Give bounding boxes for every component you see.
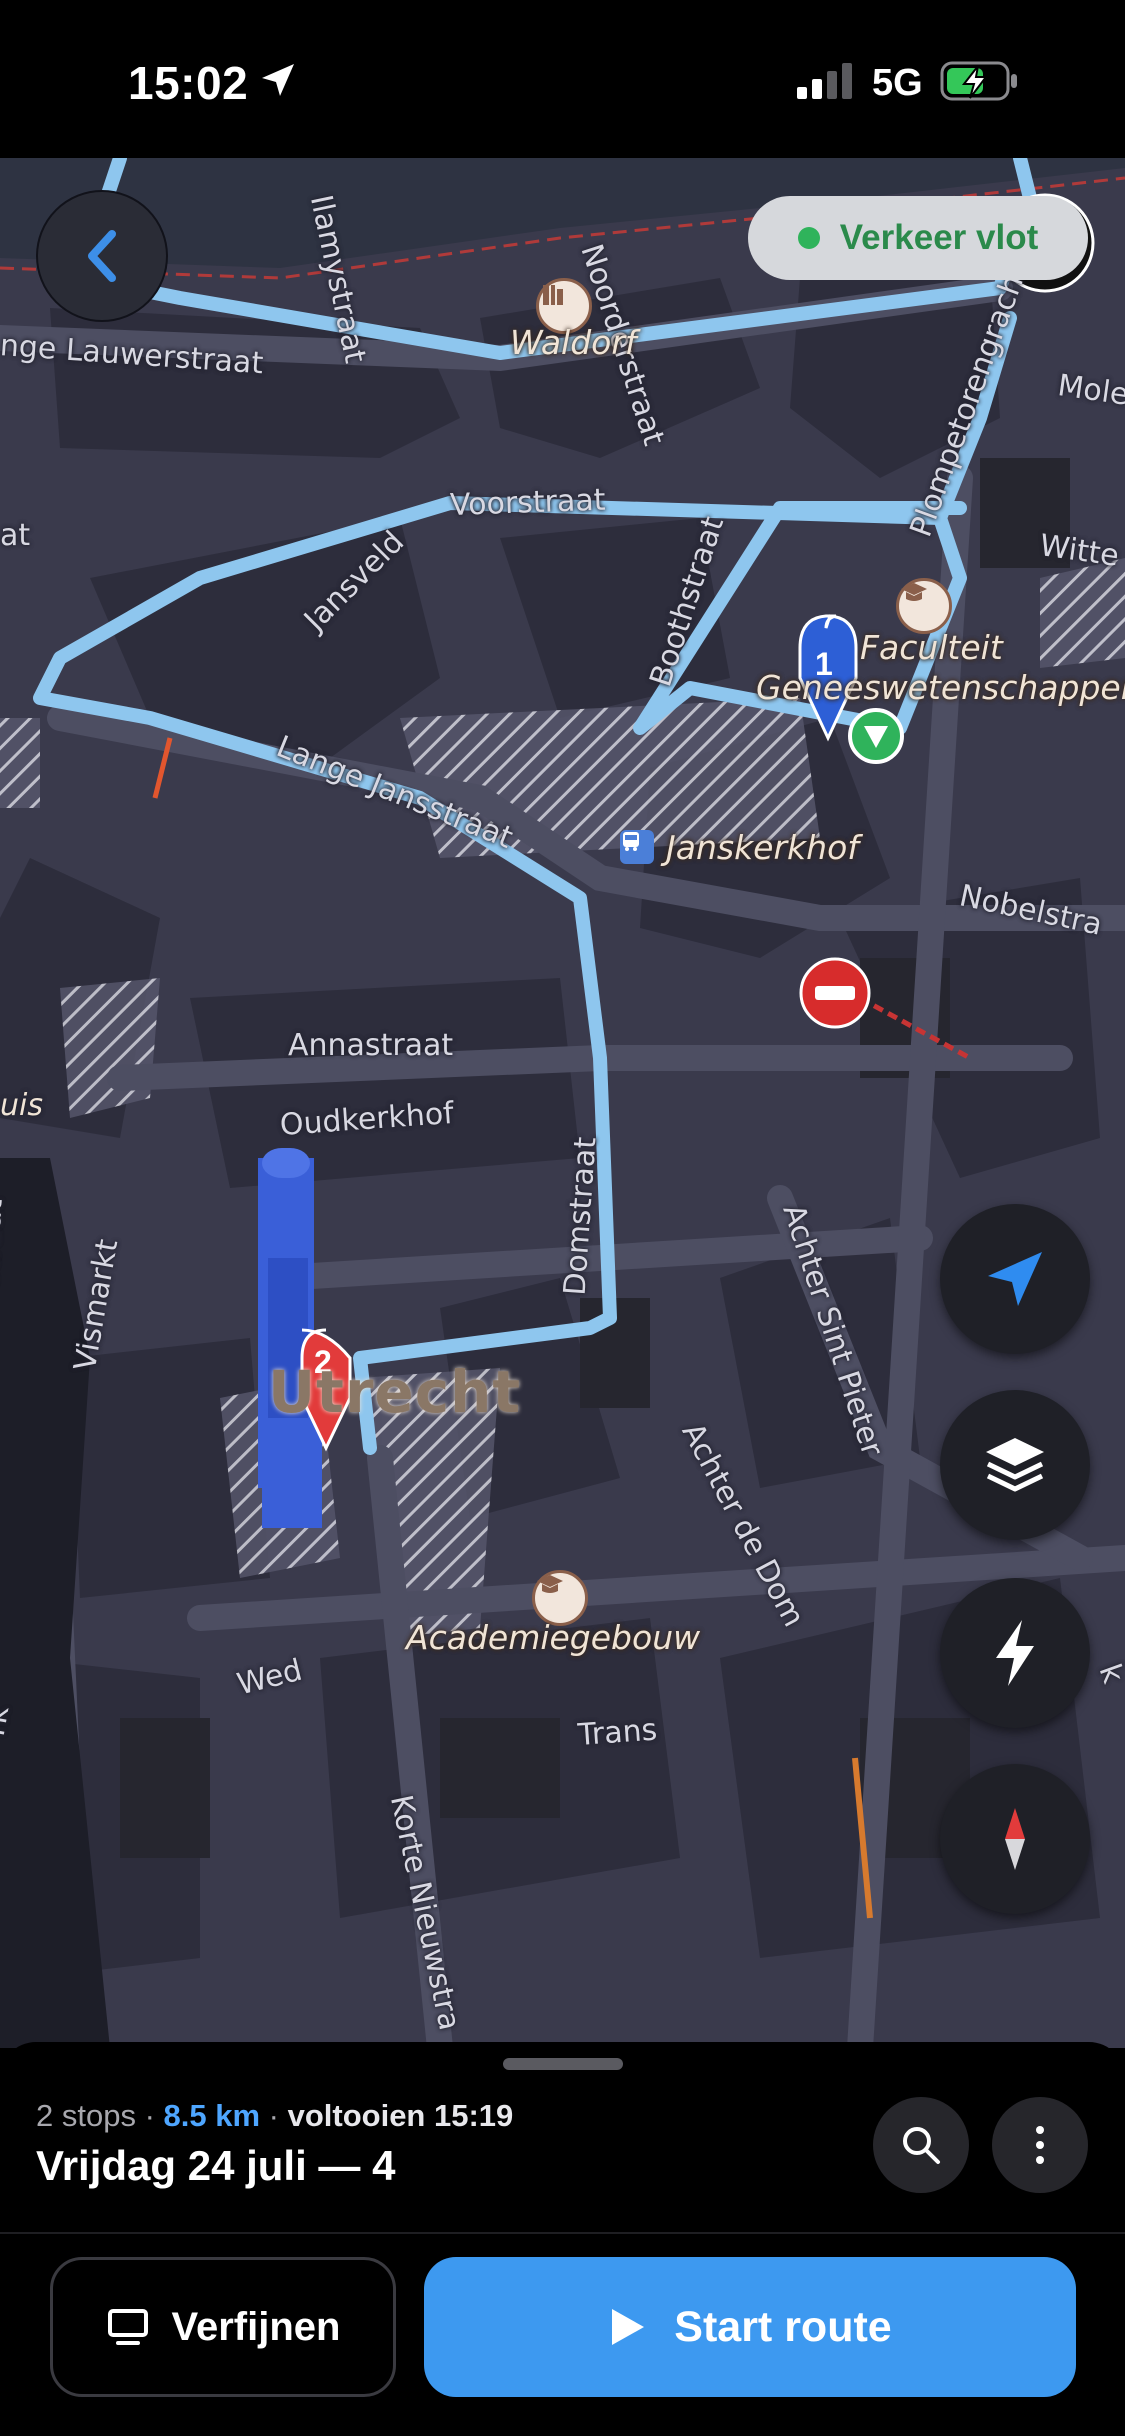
navigation-arrow-icon	[988, 1252, 1042, 1306]
recenter-button[interactable]	[940, 1204, 1090, 1354]
play-icon	[612, 2309, 645, 2345]
layers-icon	[986, 1438, 1044, 1492]
battery-charging-icon	[940, 61, 1017, 101]
street-voorstraat: Voorstraat	[449, 482, 607, 523]
poi-faculteit-icon[interactable]	[896, 578, 952, 634]
more-options-button[interactable]	[992, 2097, 1088, 2193]
poi-academiegebouw-label: Academiegebouw	[406, 1618, 701, 1657]
location-arrow-icon	[262, 64, 294, 96]
map-view[interactable]: 1 2 Ilamystraat Noorderstraat nge Lauwer…	[0, 158, 1125, 2048]
summary-separator: ·	[260, 2098, 288, 2133]
search-icon	[903, 2127, 940, 2164]
street-edge-uis: uis	[0, 1088, 43, 1123]
sheet-grabber[interactable]	[503, 2058, 623, 2070]
back-button[interactable]	[36, 190, 168, 322]
bus-stop-icon[interactable]	[620, 830, 654, 864]
route-summary: 2 stops · 8.5 km · voltooien 15:19	[36, 2098, 513, 2134]
start-route-label: Start route	[674, 2302, 892, 2351]
status-bar: 15:02 5G	[0, 0, 1125, 158]
city-label-utrecht: Utrecht	[268, 1358, 522, 1426]
more-vertical-icon	[1036, 2126, 1044, 2164]
monitor-icon	[107, 2309, 148, 2345]
no-entry-icon	[799, 957, 871, 1029]
street-edge-at: at	[0, 518, 31, 553]
summary-separator: ·	[135, 2098, 164, 2133]
layers-button[interactable]	[940, 1390, 1090, 1540]
route-title: Vrijdag 24 juli — 4	[36, 2142, 396, 2189]
poi-geneeswetenschappen-label: Geneeswetenschappen	[756, 668, 1125, 707]
compass-button[interactable]	[940, 1764, 1090, 1914]
route-distance: 8.5 km	[163, 2098, 261, 2133]
traffic-status-text: Verkeer vlot	[839, 218, 1039, 257]
sheet-divider	[0, 2232, 1125, 2234]
traffic-status-dot	[797, 227, 820, 249]
search-button[interactable]	[873, 2097, 969, 2193]
street-trans: Trans	[576, 1712, 659, 1753]
poi-waldorf-label: Waldorf	[510, 323, 637, 362]
traffic-status-chip[interactable]: Verkeer vlot	[748, 196, 1088, 280]
status-time: 15:02	[128, 57, 249, 109]
poi-faculteit-label: Faculteit	[860, 628, 1003, 667]
route-sheet[interactable]: 2 stops · 8.5 km · voltooien 15:19 Vrijd…	[0, 2042, 1125, 2436]
compass-icon	[1005, 1808, 1025, 1870]
route-eta: voltooien 15:19	[287, 2098, 514, 2133]
signal-bars-icon	[797, 63, 852, 99]
start-route-button[interactable]: Start route	[424, 2257, 1076, 2397]
lightning-icon	[996, 1620, 1034, 1686]
chevron-left-icon	[88, 230, 116, 282]
network-type: 5G	[872, 62, 923, 104]
quick-actions-button[interactable]	[940, 1578, 1090, 1728]
stops-count: 2 stops	[36, 2098, 136, 2133]
refine-label: Verfijnen	[171, 2304, 341, 2349]
refine-button[interactable]: Verfijnen	[50, 2257, 396, 2397]
poi-janskerkhof-label: Janskerkhof	[666, 828, 859, 867]
street-annastraat: Annastraat	[288, 1028, 454, 1063]
